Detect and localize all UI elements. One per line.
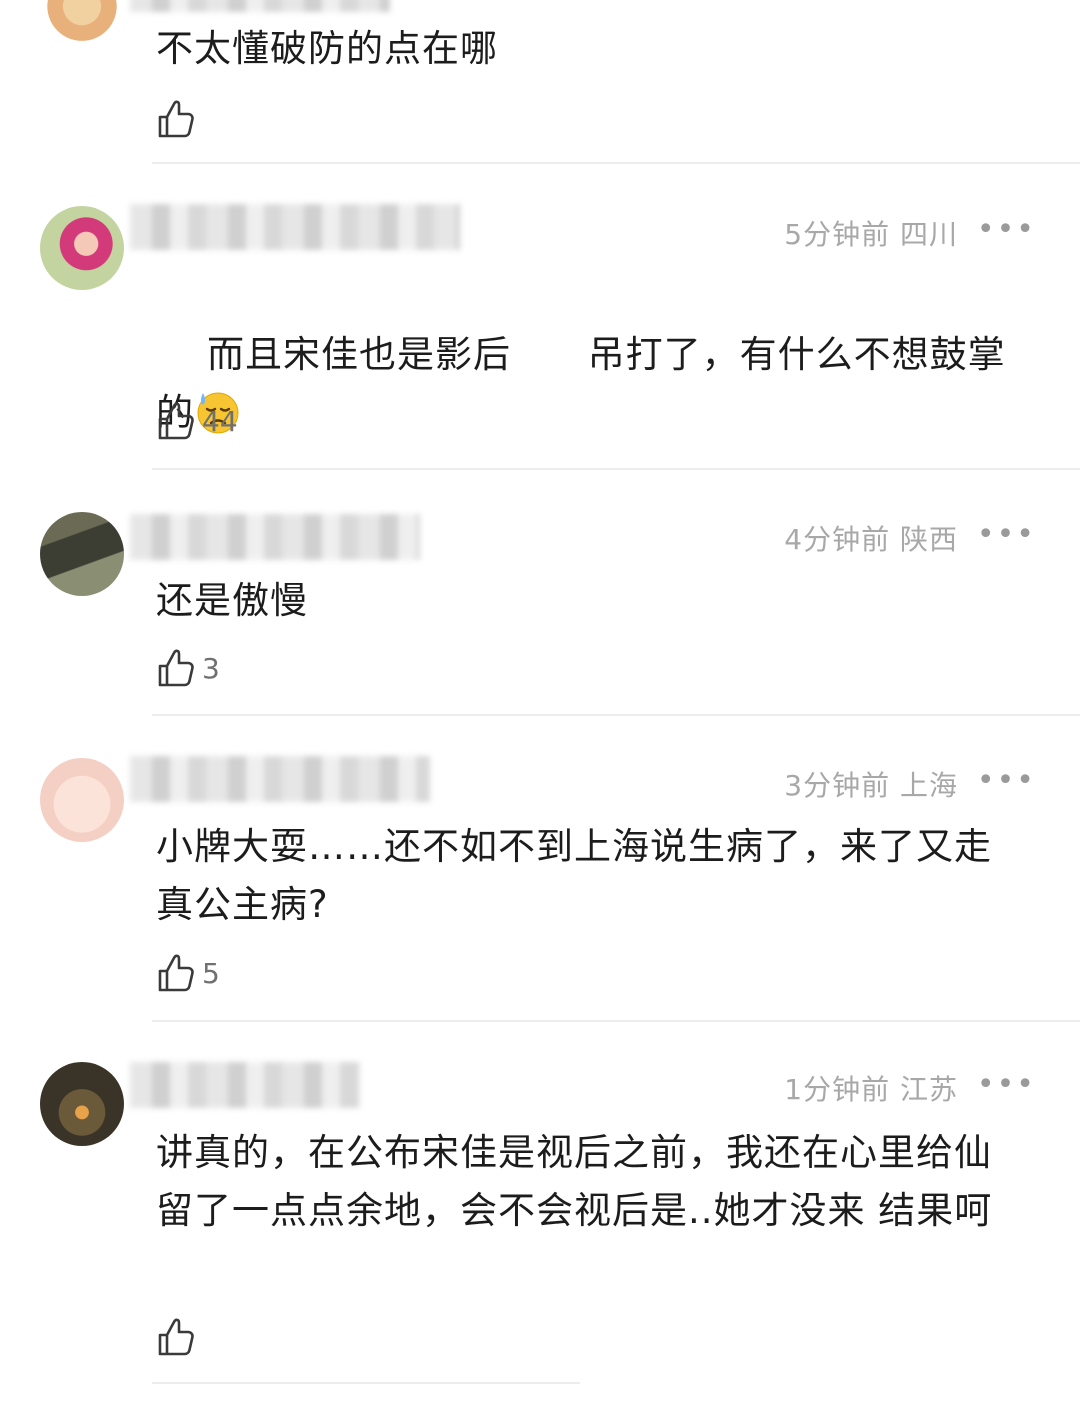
- comment-location: 陕西: [899, 523, 958, 556]
- thumbs-up-icon: [156, 400, 196, 442]
- divider: [152, 1020, 1080, 1022]
- comment-time: 5分钟前: [784, 218, 891, 251]
- more-options-icon[interactable]: •••: [977, 763, 1036, 798]
- time-location: 3分钟前 上海: [784, 764, 958, 804]
- time-location: 5分钟前 四川: [784, 213, 958, 253]
- time-location: 4分钟前 陕西: [784, 518, 958, 558]
- avatar[interactable]: [40, 512, 124, 596]
- avatar[interactable]: [40, 0, 124, 44]
- username-blurred[interactable]: [130, 756, 430, 802]
- like-button[interactable]: 44: [156, 400, 238, 442]
- comment-text: 而且宋佳也是影后 吊打了，有什么不想鼓掌的: [156, 268, 1006, 500]
- username-blurred[interactable]: [130, 514, 420, 560]
- username-blurred[interactable]: [130, 204, 460, 250]
- avatar[interactable]: [40, 1062, 124, 1146]
- comment-location: 江苏: [899, 1073, 958, 1106]
- thumbs-up-icon: [156, 952, 196, 994]
- comment-time: 1分钟前: [784, 1073, 891, 1106]
- like-button[interactable]: [156, 98, 196, 140]
- divider: [152, 468, 1080, 470]
- avatar[interactable]: [40, 758, 124, 842]
- thumbs-up-icon: [156, 1316, 196, 1358]
- thumbs-up-icon: [156, 98, 196, 140]
- comment-text-content: 而且宋佳也是影后 吊打了，有什么不想鼓掌的: [156, 333, 1006, 434]
- like-count: 3: [202, 651, 220, 685]
- like-count: 5: [202, 956, 220, 990]
- comment-time: 3分钟前: [784, 769, 891, 802]
- username-blurred[interactable]: [130, 1062, 360, 1108]
- thumbs-up-icon: [156, 647, 196, 689]
- avatar[interactable]: [40, 206, 124, 290]
- comment-text: 小牌大耍……还不如不到上海说生病了，来了又走真公主病?: [156, 825, 992, 926]
- comment-text: 不太懂破防的点在哪: [156, 27, 498, 70]
- more-options-icon[interactable]: •••: [977, 1067, 1036, 1102]
- comment-text: 还是傲慢: [156, 579, 308, 622]
- divider: [152, 714, 1080, 716]
- like-button[interactable]: [156, 1316, 196, 1358]
- comment-text: 讲真的，在公布宋佳是视后之前，我还在心里给仙留了一点点余地，会不会视后是..她才…: [156, 1131, 993, 1232]
- like-count: 44: [202, 404, 238, 438]
- comment-location: 上海: [899, 769, 958, 802]
- more-options-icon[interactable]: •••: [977, 517, 1036, 552]
- comment-time: 4分钟前: [784, 523, 891, 556]
- divider: [152, 1382, 580, 1384]
- time-location: 1分钟前 江苏: [784, 1068, 958, 1108]
- username-blurred[interactable]: [130, 0, 390, 12]
- comment-location: 四川: [899, 218, 958, 251]
- more-options-icon[interactable]: •••: [977, 212, 1036, 247]
- divider: [152, 162, 1080, 164]
- like-button[interactable]: 3: [156, 647, 220, 689]
- like-button[interactable]: 5: [156, 952, 220, 994]
